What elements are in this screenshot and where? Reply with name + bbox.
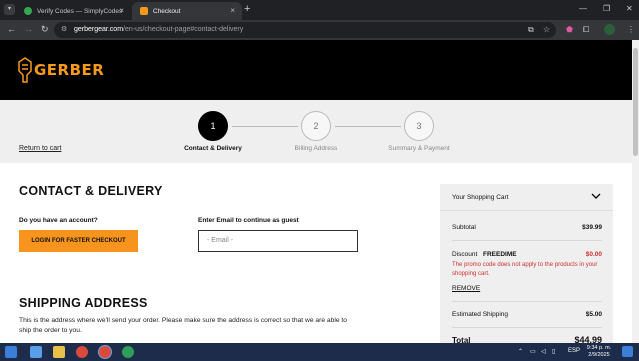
extensions-puzzle-icon[interactable]: ⧠	[583, 25, 589, 35]
gerber-logo[interactable]: GERBER	[18, 57, 104, 83]
login-faster-checkout-button[interactable]: LOGIN FOR FASTER CHECKOUT	[19, 230, 138, 252]
step-3-label: Summary & Payment	[388, 145, 450, 152]
guest-email-label: Enter Email to continue as guest	[198, 217, 299, 224]
start-windows-icon[interactable]	[5, 346, 17, 358]
shipping-value: $5.00	[585, 311, 602, 318]
chrome-active-icon[interactable]	[99, 346, 111, 358]
browser-toolbar: ← → ↻ ⚙ gerbergear.com/en-us/checkout-pa…	[0, 20, 639, 40]
step-connector	[232, 126, 298, 127]
clock-date[interactable]: 2/9/2025	[584, 352, 614, 358]
shipping-address-title: SHIPPING ADDRESS	[19, 296, 148, 310]
discount-value: $0.00	[585, 251, 602, 258]
chrome-icon[interactable]	[76, 346, 88, 358]
language-indicator[interactable]: ESP	[568, 348, 580, 354]
cart-divider	[452, 327, 602, 328]
browser-tab-simplycodes[interactable]: Verify Codes — SimplyCodes ×	[16, 2, 131, 20]
cart-divider	[452, 301, 602, 302]
shipping-description: This is the address where we'll send you…	[19, 317, 348, 334]
discount-code: FREEDIME	[483, 251, 517, 258]
account-question-label: Do you have an account?	[19, 217, 98, 224]
email-input[interactable]: - Email -	[198, 230, 358, 252]
address-bar[interactable]: ⚙ gerbergear.com/en-us/checkout-page#con…	[54, 22, 556, 38]
battery-icon[interactable]: ▯	[552, 348, 555, 355]
remove-promo-link[interactable]: REMOVE	[452, 285, 480, 292]
discount-label: Discount	[452, 251, 478, 258]
extension-shield-icon[interactable]: ⬟	[566, 25, 573, 34]
site-info-icon[interactable]: ⚙	[61, 22, 67, 38]
url-path: /en-us/checkout-page#contact-delivery	[123, 26, 244, 33]
network-icon[interactable]: ▭	[530, 348, 536, 355]
close-tab-icon[interactable]: ×	[119, 6, 124, 15]
profile-avatar-icon[interactable]	[604, 24, 615, 35]
logo-text: GERBER	[34, 61, 105, 79]
notifications-icon[interactable]	[622, 346, 633, 357]
file-explorer-icon[interactable]	[53, 346, 65, 358]
close-tab-icon[interactable]: ×	[230, 6, 235, 15]
shipping-label: Estimated Shipping	[452, 311, 509, 318]
step-connector	[335, 126, 401, 127]
volume-icon[interactable]: ◁	[541, 348, 546, 355]
cart-divider	[452, 240, 602, 241]
minimize-icon[interactable]: —	[579, 4, 587, 13]
reload-icon[interactable]: ↻	[41, 24, 49, 35]
calendar-app-icon[interactable]	[30, 346, 42, 358]
simplycodes-favicon-icon	[24, 7, 32, 15]
window-close-icon[interactable]: ✕	[626, 4, 633, 13]
browser-tab-strip: ▾ Verify Codes — SimplyCodes × Checkout …	[0, 0, 639, 20]
browser-tab-checkout[interactable]: Checkout ×	[132, 2, 242, 20]
tab-search-button[interactable]: ▾	[4, 4, 15, 15]
forward-icon[interactable]: →	[24, 24, 33, 34]
url-host: gerbergear.com	[74, 26, 124, 33]
chrome-profile-icon[interactable]	[122, 346, 134, 358]
back-icon[interactable]: ←	[7, 24, 16, 34]
translate-icon[interactable]: ⧉	[528, 25, 534, 35]
subtotal-value: $39.99	[582, 224, 602, 231]
tab-title: Verify Codes — SimplyCodes	[37, 7, 123, 15]
gerber-favicon-icon	[140, 7, 148, 15]
bookmark-star-icon[interactable]: ☆	[543, 25, 550, 34]
tab-title: Checkout	[153, 7, 181, 15]
subtotal-label: Subtotal	[452, 224, 476, 231]
tray-chevron-icon[interactable]: ⌃	[518, 348, 523, 355]
step-2-circle: 2	[301, 111, 331, 141]
cart-title: Your Shopping Cart	[452, 194, 509, 201]
browser-menu-icon[interactable]: ⋮	[627, 25, 635, 34]
step-1-circle: 1	[198, 111, 228, 141]
clock-time[interactable]: 9:34 p. m.	[584, 345, 614, 351]
maximize-icon[interactable]: ❐	[603, 4, 610, 13]
step-3-circle: 3	[404, 111, 434, 141]
scrollbar-thumb[interactable]	[633, 48, 638, 156]
new-tab-button[interactable]: +	[244, 3, 250, 15]
promo-error-message: The promo code does not apply to the pro…	[452, 262, 598, 277]
chevron-down-icon[interactable]	[591, 193, 601, 200]
return-to-cart-link[interactable]: Return to cart	[19, 145, 61, 152]
step-1-label: Contact & Delivery	[184, 145, 242, 152]
step-2-label: Billing Address	[294, 145, 338, 152]
contact-delivery-title: CONTACT & DELIVERY	[19, 184, 163, 198]
gerber-logo-icon	[18, 57, 32, 83]
